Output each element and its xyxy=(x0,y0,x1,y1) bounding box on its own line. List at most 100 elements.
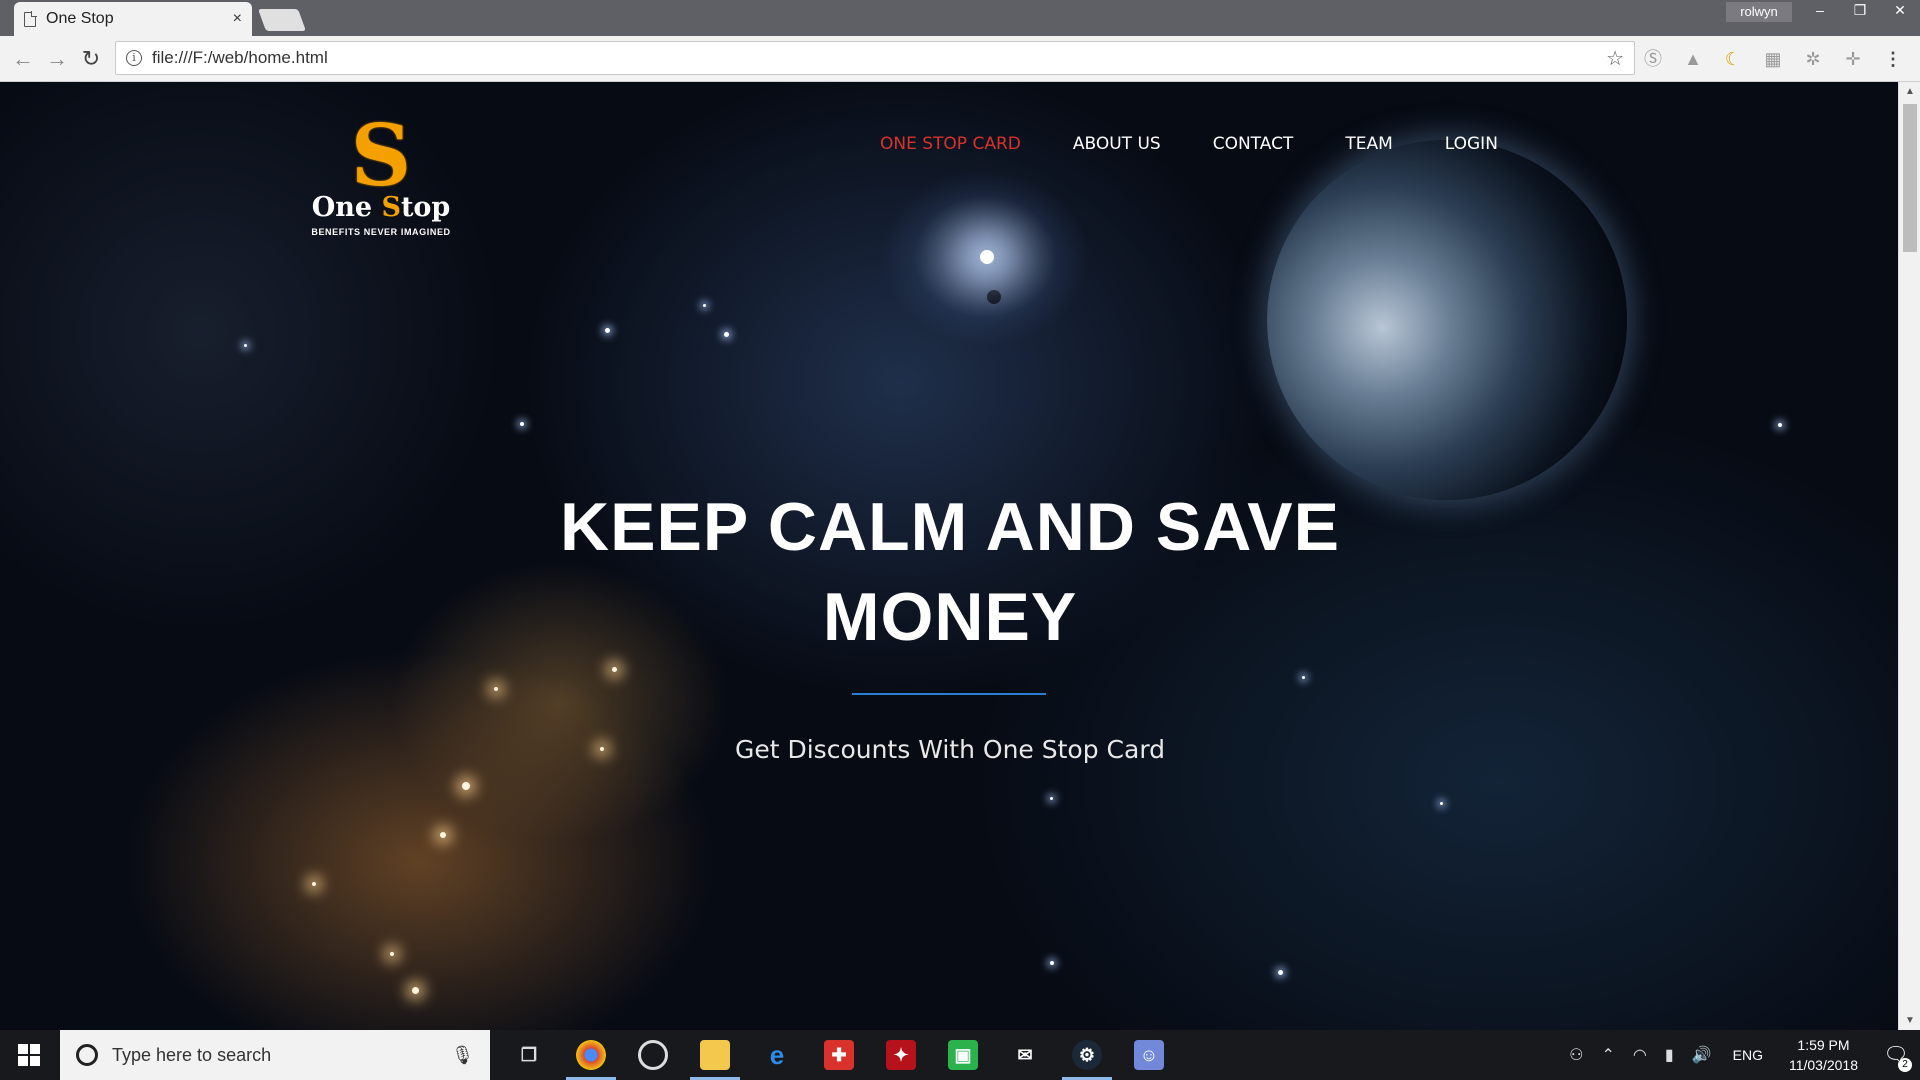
discord-icon: ☺ xyxy=(1134,1040,1164,1070)
taskbar-app-red[interactable]: ✦ xyxy=(870,1030,932,1080)
gift-icon: ✚ xyxy=(824,1040,854,1070)
extension-tray: Ⓢ ▲ ☾ ▦ ✲ ✛ ⋮ xyxy=(1640,46,1906,72)
moon-icon[interactable]: ☾ xyxy=(1720,46,1746,72)
taskbar-app-steam[interactable]: ⚙ xyxy=(1056,1030,1118,1080)
star xyxy=(312,882,316,886)
windows-taskbar: Type here to search 🎙 ❐ e ✚ ✦ ▣ ✉ ⚙ ☺ ⚇ … xyxy=(0,1030,1920,1080)
profile-button[interactable]: rolwyn xyxy=(1726,2,1792,22)
menu-icon[interactable]: ⋮ xyxy=(1880,46,1906,72)
browser-tabstrip: One Stop × rolwyn – ❐ ✕ xyxy=(0,0,1920,36)
app-red-icon: ✦ xyxy=(886,1040,916,1070)
nav-team[interactable]: TEAM xyxy=(1345,134,1392,154)
cortana-icon[interactable] xyxy=(76,1044,98,1066)
star xyxy=(390,952,394,956)
star xyxy=(1278,970,1283,975)
reload-icon[interactable]: ↻ xyxy=(76,44,106,74)
tab-title: One Stop xyxy=(46,10,114,27)
new-tab-button[interactable] xyxy=(257,9,307,31)
star xyxy=(462,782,470,790)
star-icon[interactable]: ☆ xyxy=(1606,46,1624,71)
star xyxy=(440,832,446,838)
moon-image xyxy=(987,290,1001,304)
star xyxy=(1050,961,1054,965)
site-logo[interactable]: S One Stop BENEFITS NEVER IMAGINED xyxy=(306,106,456,238)
logo-brand-s: S xyxy=(381,192,401,223)
search-placeholder[interactable]: Type here to search xyxy=(112,1045,451,1066)
planet-image xyxy=(1267,140,1627,500)
wifi-icon[interactable]: ◠ xyxy=(1633,1045,1647,1065)
scrollbar-thumb[interactable] xyxy=(1903,104,1917,252)
nav-contact[interactable]: CONTACT xyxy=(1213,134,1294,154)
taskbar-app-green[interactable]: ▣ xyxy=(932,1030,994,1080)
chrome-icon xyxy=(576,1040,606,1070)
language-indicator[interactable]: ENG xyxy=(1733,1047,1763,1063)
app-green-icon: ▣ xyxy=(948,1040,978,1070)
taskbar-app-mail[interactable]: ✉ xyxy=(994,1030,1056,1080)
taskbar-app-discord[interactable]: ☺ xyxy=(1118,1030,1180,1080)
clock-time: 1:59 PM xyxy=(1797,1037,1850,1053)
task-view-icon: ❐ xyxy=(520,1045,538,1065)
minimize-icon[interactable]: – xyxy=(1800,0,1840,22)
taskbar-app-gift[interactable]: ✚ xyxy=(808,1030,870,1080)
edge-icon: e xyxy=(769,1040,785,1070)
windows-logo-icon xyxy=(30,1044,40,1054)
nav-about-us[interactable]: ABOUT US xyxy=(1073,134,1161,154)
star xyxy=(605,328,610,333)
taskbar-app-overwatch[interactable] xyxy=(622,1030,684,1080)
microphone-icon[interactable]: 🎙 xyxy=(451,1045,474,1066)
task-view-button[interactable]: ❐ xyxy=(498,1030,560,1080)
info-icon[interactable]: i xyxy=(126,50,142,66)
logo-tagline: BENEFITS NEVER IMAGINED xyxy=(311,227,451,237)
star xyxy=(520,422,524,426)
nav-one-stop-card[interactable]: ONE STOP CARD xyxy=(880,134,1021,154)
scroll-down-icon[interactable]: ▼ xyxy=(1905,1015,1915,1026)
start-button[interactable] xyxy=(0,1030,58,1080)
people-icon[interactable]: ⚇ xyxy=(1569,1045,1583,1065)
star xyxy=(244,344,247,347)
star xyxy=(1778,423,1782,427)
file-explorer-icon xyxy=(700,1040,730,1070)
taskbar-app-edge[interactable]: e xyxy=(746,1030,808,1080)
hero-subtitle: Get Discounts With One Stop Card xyxy=(734,735,1166,764)
nav-login[interactable]: LOGIN xyxy=(1445,134,1498,154)
window-controls: – ❐ ✕ xyxy=(1800,0,1920,22)
mail-icon: ✉ xyxy=(1017,1045,1033,1065)
star xyxy=(494,687,498,691)
extension-icon[interactable]: ▦ xyxy=(1760,46,1786,72)
battery-icon[interactable]: ▮ xyxy=(1665,1045,1674,1065)
forward-icon[interactable]: → xyxy=(42,44,72,74)
scroll-up-icon[interactable]: ▲ xyxy=(1905,86,1915,97)
taskbar-app-explorer[interactable] xyxy=(684,1030,746,1080)
taskbar-search[interactable]: Type here to search 🎙 xyxy=(60,1030,490,1080)
browser-toolbar: ← → ↻ i file:///F:/web/home.html ☆ Ⓢ ▲ ☾… xyxy=(0,36,1920,82)
settings-icon[interactable]: ✲ xyxy=(1800,46,1826,72)
drive-icon[interactable]: ▲ xyxy=(1680,46,1706,72)
star xyxy=(703,304,706,307)
star xyxy=(412,987,419,994)
skype-icon[interactable]: Ⓢ xyxy=(1640,46,1666,72)
steam-icon: ⚙ xyxy=(1072,1040,1102,1070)
move-icon[interactable]: ✛ xyxy=(1840,46,1866,72)
hero-divider xyxy=(852,693,1046,695)
star xyxy=(1302,676,1305,679)
page-viewport: S One Stop BENEFITS NEVER IMAGINED ONE S… xyxy=(0,82,1898,1030)
back-icon[interactable]: ← xyxy=(8,44,38,74)
restore-icon[interactable]: ❐ xyxy=(1840,0,1880,22)
logo-brand-prefix: One xyxy=(311,192,382,223)
page-scrollbar[interactable]: ▲ ▼ xyxy=(1898,82,1920,1030)
chevron-up-icon[interactable]: ⌃ xyxy=(1602,1045,1615,1065)
logo-brand: One Stop xyxy=(306,192,456,223)
hero-title: KEEP CALM AND SAVE MONEY xyxy=(480,482,1420,662)
system-clock[interactable]: 1:59 PM 11/03/2018 xyxy=(1789,1035,1858,1075)
system-tray: ⚇ ⌃ ◠ ▮ 🔊 ENG 1:59 PM 11/03/2018 🗨 2 xyxy=(1560,1030,1920,1080)
close-icon[interactable]: ✕ xyxy=(1880,0,1920,22)
notification-icon[interactable]: 🗨 2 xyxy=(1872,1030,1920,1080)
browser-tab[interactable]: One Stop × xyxy=(14,2,252,36)
star xyxy=(1440,802,1443,805)
tab-close-icon[interactable]: × xyxy=(233,10,242,28)
address-bar[interactable]: i file:///F:/web/home.html ☆ xyxy=(115,41,1635,75)
taskbar-app-chrome[interactable] xyxy=(560,1030,622,1080)
volume-icon[interactable]: 🔊 xyxy=(1692,1045,1712,1065)
url-text[interactable]: file:///F:/web/home.html xyxy=(152,48,1606,68)
logo-mark-icon: S xyxy=(350,106,412,205)
